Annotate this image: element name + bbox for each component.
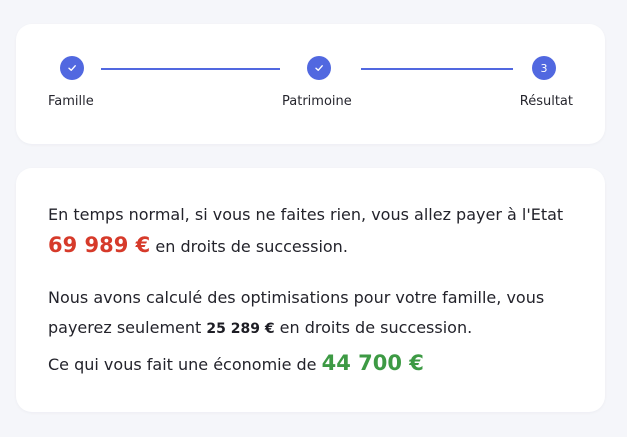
step-3-number[interactable]: 3 <box>532 56 556 80</box>
result-card: En temps normal, si vous ne faites rien,… <box>16 168 605 412</box>
savings-text: Ce qui vous fait une économie de 44 700 … <box>48 348 588 380</box>
step-label-patrimoine: Patrimoine <box>282 94 352 109</box>
step-2-check-icon[interactable] <box>307 56 331 80</box>
savings-intro: Ce qui vous fait une économie de <box>48 355 322 374</box>
step-1-check-icon[interactable] <box>60 56 84 80</box>
current-cost-outro: en droits de succession. <box>150 237 348 256</box>
step-label-famille: Famille <box>48 94 94 109</box>
progress-stepper: 3 Famille Patrimoine Résultat <box>16 24 605 144</box>
current-cost-intro: En temps normal, si vous ne faites rien,… <box>48 205 564 224</box>
current-cost-amount: 69 989 € <box>48 233 151 257</box>
step-connector-1 <box>101 68 280 70</box>
optimized-cost-amount: 25 289 € <box>206 321 275 337</box>
step-connector-2 <box>361 68 513 70</box>
savings-amount: 44 700 € <box>321 351 424 375</box>
current-cost-text: En temps normal, si vous ne faites rien,… <box>48 200 588 262</box>
step-label-resultat: Résultat <box>519 94 573 109</box>
optimized-cost-outro: en droits de succession. <box>274 318 473 337</box>
optimized-cost-text: Nous avons calculé des optimisations pou… <box>48 283 588 344</box>
